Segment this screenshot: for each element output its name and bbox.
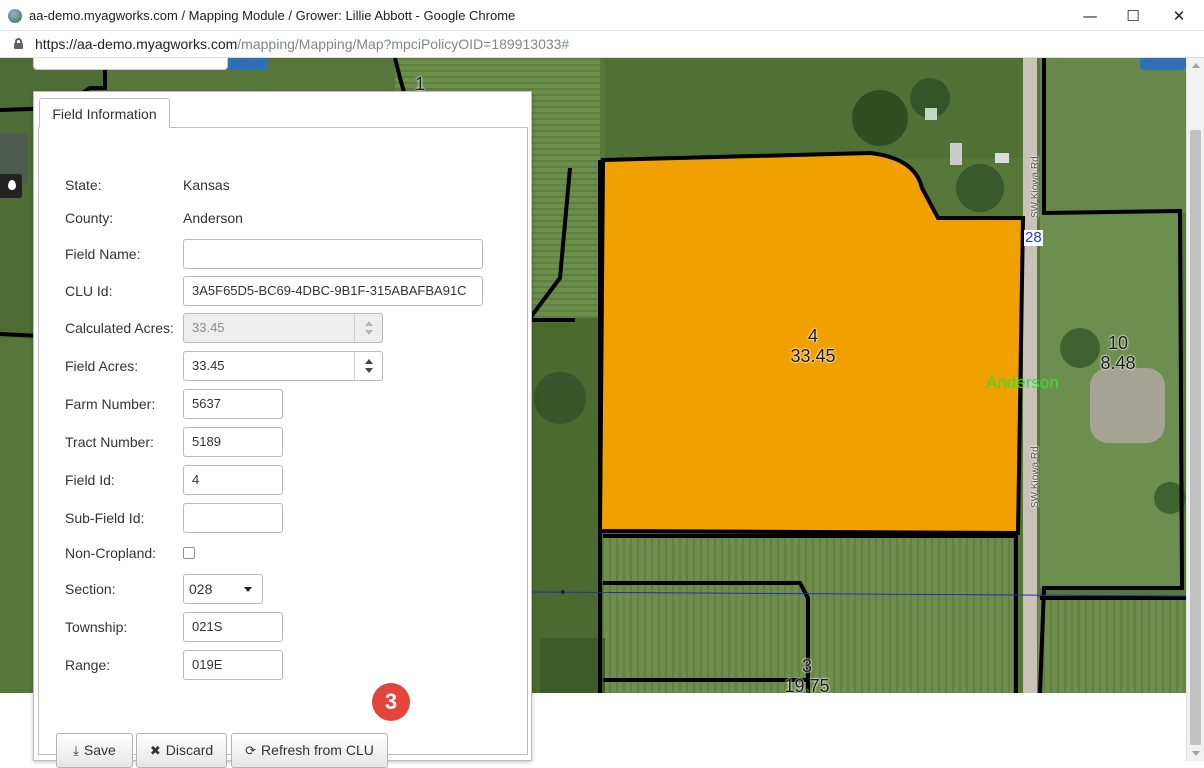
field-acres-row: Field Acres: 33.45 [65, 351, 505, 381]
field-number: 10 [1107, 333, 1129, 353]
range-label: Range: [65, 657, 111, 673]
state-row: State: Kansas [65, 170, 505, 200]
step-number-badge: 3 [372, 683, 410, 721]
field-label-3: 3 19.75 [777, 656, 837, 693]
field-information-panel: Field Information State: Kansas County: … [33, 91, 532, 768]
county-label: County: [65, 210, 114, 226]
clu-id-label: CLU Id: [65, 283, 113, 299]
scroll-up-icon[interactable] [1192, 63, 1200, 68]
range-input[interactable]: 019E [183, 650, 283, 680]
field-acres-label: 8.48 [1100, 353, 1136, 373]
field-name-input[interactable] [183, 239, 483, 269]
save-button[interactable]: ⤓ Save [56, 733, 133, 768]
field-name-row: Field Name: [65, 239, 505, 269]
field-acres-label: 19.75 [784, 676, 830, 693]
range-row: Range: 019E [65, 650, 505, 680]
water-drop-icon[interactable] [0, 174, 22, 198]
refresh-from-clu-button[interactable]: ⟳ Refresh from CLU [231, 733, 388, 768]
url-host: https://aa-demo.myagworks.com [35, 36, 238, 52]
scroll-down-icon[interactable] [1192, 751, 1200, 756]
section-label: Section: [65, 581, 116, 597]
address-bar[interactable]: https://aa-demo.myagworks.com/mapping/Ma… [0, 31, 1204, 58]
section-row: Section: 028 [65, 574, 505, 604]
sub-field-id-input[interactable] [183, 503, 283, 533]
calculated-acres-input: 33.45 [183, 313, 383, 343]
maximize-button[interactable]: ☐ [1115, 4, 1151, 28]
township-input[interactable]: 021S [183, 612, 283, 642]
discard-button-label: Discard [165, 742, 214, 758]
window-title: aa-demo.myagworks.com / Mapping Module /… [29, 8, 516, 23]
farm-number-input[interactable]: 5637 [183, 389, 283, 419]
section-value: 028 [189, 581, 213, 597]
non-cropland-row: Non-Cropland: [65, 538, 505, 568]
field-number: 4 [807, 326, 818, 346]
road-label-north: SW Kiowa Rd [1030, 156, 1041, 218]
spin-up-icon[interactable] [365, 359, 373, 364]
lock-icon [14, 38, 23, 49]
county-row: County: Anderson [65, 203, 505, 233]
close-window-button[interactable]: ✕ [1161, 4, 1197, 28]
map-search-button[interactable] [228, 58, 268, 70]
vertical-scrollbar[interactable] [1186, 58, 1204, 761]
calculated-acres-row: Calculated Acres: 33.45 [65, 313, 505, 343]
field-name-label: Field Name: [65, 246, 141, 262]
save-button-label: Save [83, 742, 116, 758]
tract-number-row: Tract Number: 5189 [65, 427, 505, 457]
section-select[interactable]: 028 [183, 574, 263, 604]
field-id-label: Field Id: [65, 472, 115, 488]
field-information-form: State: Kansas County: Anderson Field Nam… [38, 127, 528, 768]
field-acres-label: Field Acres: [65, 358, 139, 374]
scroll-thumb[interactable] [1190, 130, 1201, 745]
road-label-south: SW Kiowa Rd [1030, 446, 1041, 508]
spin-down-icon [365, 330, 373, 335]
field-id-input[interactable]: 4 [183, 465, 283, 495]
spin-up-icon [365, 321, 373, 326]
non-cropland-label: Non-Cropland: [65, 545, 157, 561]
tract-number-label: Tract Number: [65, 434, 154, 450]
county-value: Anderson [183, 210, 243, 226]
township-row: Township: 021S [65, 612, 505, 642]
layers-button[interactable] [1140, 58, 1186, 70]
tab-field-information[interactable]: Field Information [39, 98, 170, 128]
field-id-row: Field Id: 4 [65, 465, 505, 495]
sub-field-id-row: Sub-Field Id: [65, 503, 505, 533]
farm-number-label: Farm Number: [65, 396, 156, 412]
calculated-acres-spinner [354, 314, 382, 342]
state-label: State: [65, 177, 102, 193]
county-label: Anderson [986, 373, 1059, 392]
field-label-10: 10 8.48 [1088, 333, 1148, 373]
discard-button[interactable]: ✖ Discard [136, 733, 227, 768]
minimize-button[interactable]: — [1072, 4, 1108, 28]
state-value: Kansas [183, 177, 230, 193]
field-acres-input[interactable]: 33.45 [183, 351, 383, 381]
tract-number-input[interactable]: 5189 [183, 427, 283, 457]
url-path: /mapping/Mapping/Map?mpciPolicyOID=18991… [237, 36, 570, 52]
non-cropland-checkbox[interactable] [183, 547, 195, 559]
refresh-button-label: Refresh from CLU [261, 742, 374, 758]
map-search-input[interactable] [33, 58, 228, 70]
field-number: 3 [801, 656, 812, 676]
clu-id-input[interactable]: 3A5F65D5-BC69-4DBC-9B1F-315ABAFBA91C [183, 276, 483, 306]
farm-number-row: Farm Number: 5637 [65, 389, 505, 419]
window-titlebar: aa-demo.myagworks.com / Mapping Module /… [0, 0, 1204, 31]
field-acres-spinner[interactable] [354, 352, 382, 380]
calculated-acres-label: Calculated Acres: [65, 320, 174, 336]
url-text[interactable]: https://aa-demo.myagworks.com/mapping/Ma… [35, 36, 569, 52]
clu-id-row: CLU Id: 3A5F65D5-BC69-4DBC-9B1F-315ABAFB… [65, 276, 505, 306]
chevron-down-icon [244, 587, 252, 592]
refresh-icon: ⟳ [245, 744, 257, 759]
close-icon: ✖ [149, 744, 161, 759]
calculated-acres-value: 33.45 [192, 320, 225, 335]
download-icon: ⤓ [73, 744, 79, 759]
township-label: Township: [65, 619, 128, 635]
field-acres-label: 33.45 [790, 346, 836, 366]
spin-down-icon[interactable] [365, 368, 373, 373]
field-label-4: 4 33.45 [783, 326, 843, 366]
site-favicon-icon [8, 9, 22, 23]
road-shield: 28 [1024, 229, 1043, 246]
sub-field-id-label: Sub-Field Id: [65, 510, 145, 526]
field-acres-value: 33.45 [192, 358, 225, 373]
